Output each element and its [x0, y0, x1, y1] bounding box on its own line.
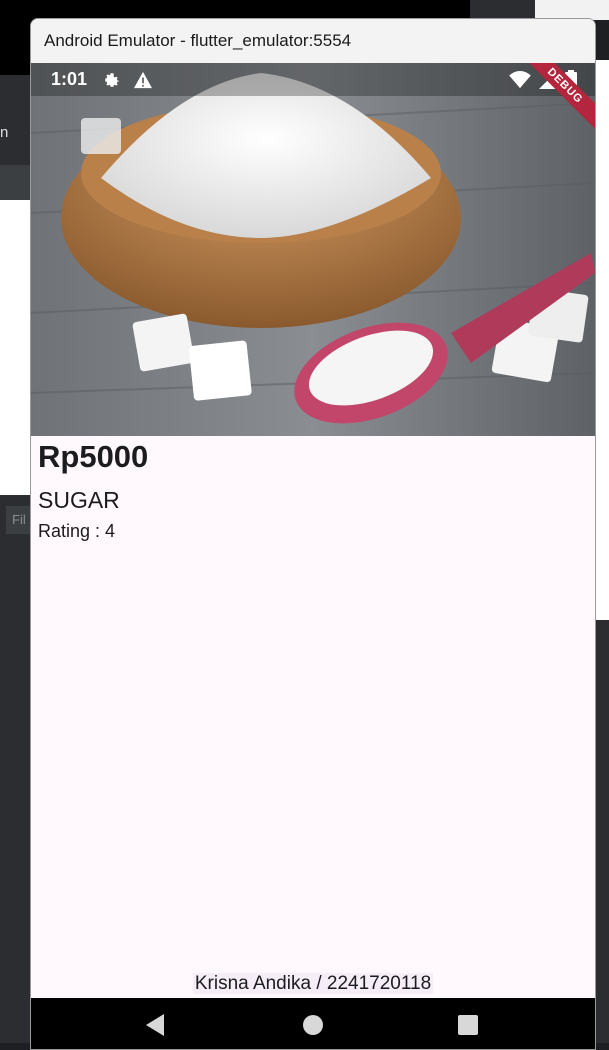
back-icon[interactable] [144, 1014, 166, 1036]
gear-icon [105, 72, 119, 87]
home-icon[interactable] [302, 1014, 324, 1036]
ide-right-dark [594, 620, 609, 1043]
device-screen: 1:01 DEBUG Rp5000 SUGAR Rating : 4 Krisn… [31, 63, 595, 1049]
ide-filter-input[interactable]: Fil [6, 506, 32, 534]
recents-icon[interactable] [457, 1014, 479, 1036]
footer-credit-text: Krisna Andika / 2241720118 [192, 973, 434, 994]
product-name: SUGAR [38, 487, 120, 513]
ide-left-strip [0, 165, 32, 200]
status-bar: 1:01 DEBUG [31, 63, 595, 135]
ide-left-dark [0, 495, 32, 1043]
window-titlebar[interactable]: Android Emulator - flutter_emulator:5554 [31, 19, 595, 63]
product-image: 1:01 DEBUG [31, 63, 595, 436]
status-time: 1:01 [51, 69, 88, 89]
desktop-background-strip [535, 0, 609, 20]
warning-icon [134, 71, 153, 88]
ide-left-text: n [0, 124, 9, 141]
wifi-icon [509, 71, 531, 89]
window-title: Android Emulator - flutter_emulator:5554 [44, 31, 352, 50]
emulator-window: Android Emulator - flutter_emulator:5554 [30, 18, 596, 1050]
product-rating: Rating : 4 [38, 521, 116, 541]
footer-credit: Krisna Andika / 2241720118 [31, 973, 595, 995]
product-price: Rp5000 [38, 439, 149, 474]
ide-left-editor [0, 200, 32, 495]
ide-right-edge [594, 60, 609, 620]
navigation-bar [31, 998, 595, 1049]
